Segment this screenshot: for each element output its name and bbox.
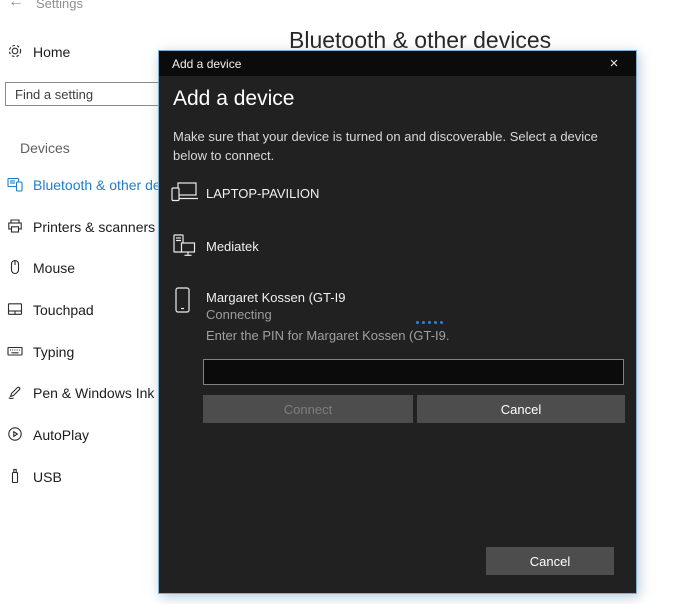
gear-icon (7, 43, 23, 59)
device-status: Connecting (206, 307, 272, 322)
sidebar-item-label: USB (33, 469, 62, 485)
sidebar-item-label: Printers & scanners (33, 219, 156, 235)
device-name: LAPTOP-PAVILION (206, 186, 320, 201)
dialog-titlebar: Add a device × (159, 51, 636, 76)
sidebar-item-label: Touchpad (33, 302, 94, 318)
touchpad-icon (7, 301, 23, 317)
close-icon[interactable]: × (602, 52, 626, 75)
sidebar-item-label: Mouse (33, 260, 76, 276)
progress-dot (422, 321, 425, 324)
device-name: Margaret Kossen (GT-I9 (206, 290, 346, 305)
sidebar-item-pen-windows-ink[interactable]: Pen & Windows Ink (0, 375, 158, 411)
device-item-laptop-pavilion[interactable]: LAPTOP-PAVILION (159, 179, 629, 215)
dialog-bottom-cancel-button[interactable]: Cancel (486, 547, 614, 575)
laptop-phone-icon (171, 182, 198, 203)
usb-icon (7, 468, 23, 484)
progress-dot (416, 321, 419, 324)
pin-prompt: Enter the PIN for Margaret Kossen (GT-I9… (206, 328, 450, 343)
device-item-margaret-kossen[interactable]: Margaret Kossen (GT-I9 Connecting (159, 283, 629, 327)
progress-dot (440, 321, 443, 324)
progress-dot (434, 321, 437, 324)
pin-input[interactable] (203, 359, 624, 385)
sidebar-item-label: AutoPlay (33, 427, 90, 443)
sidebar-item-mouse[interactable]: Mouse (0, 250, 158, 286)
cancel-button[interactable]: Cancel (417, 395, 625, 423)
dialog-heading: Add a device (173, 87, 295, 110)
mouse-icon (7, 259, 23, 275)
desktop-pc-icon (172, 234, 196, 257)
sidebar-item-label: Pen & Windows Ink (33, 385, 155, 401)
back-arrow-icon[interactable]: ← (8, 0, 24, 11)
pen-icon (7, 384, 23, 400)
connect-button[interactable]: Connect (203, 395, 413, 423)
device-item-mediatek[interactable]: Mediatek (159, 231, 629, 267)
autoplay-icon (7, 426, 23, 442)
dialog-description: Make sure that your device is turned on … (173, 129, 598, 163)
sidebar-item-home[interactable]: Home (0, 40, 158, 66)
phone-icon (175, 287, 190, 313)
keyboard-icon (7, 343, 23, 359)
progress-dot (428, 321, 431, 324)
sidebar-item-autoplay[interactable]: AutoPlay (0, 417, 158, 453)
sidebar-item-touchpad[interactable]: Touchpad (0, 292, 158, 328)
device-name: Mediatek (206, 239, 259, 254)
sidebar-item-printers-scanners[interactable]: Printers & scanners (0, 209, 158, 245)
dialog-caption: Add a device (172, 57, 242, 71)
sidebar-item-label: Home (33, 44, 71, 60)
add-device-dialog: Add a device × Add a device Make sure th… (158, 50, 637, 594)
sidebar-item-bluetooth-other-devices[interactable]: Bluetooth & other devices (0, 167, 193, 203)
bluetooth-devices-icon (7, 176, 23, 192)
sidebar-section-devices: Devices (20, 140, 70, 156)
window-title: Settings (36, 0, 83, 11)
sidebar-item-usb[interactable]: USB (0, 459, 158, 495)
progress-dots (416, 321, 443, 324)
sidebar-item-typing[interactable]: Typing (0, 334, 158, 370)
printer-icon (7, 218, 23, 234)
sidebar-item-label: Typing (33, 344, 75, 360)
